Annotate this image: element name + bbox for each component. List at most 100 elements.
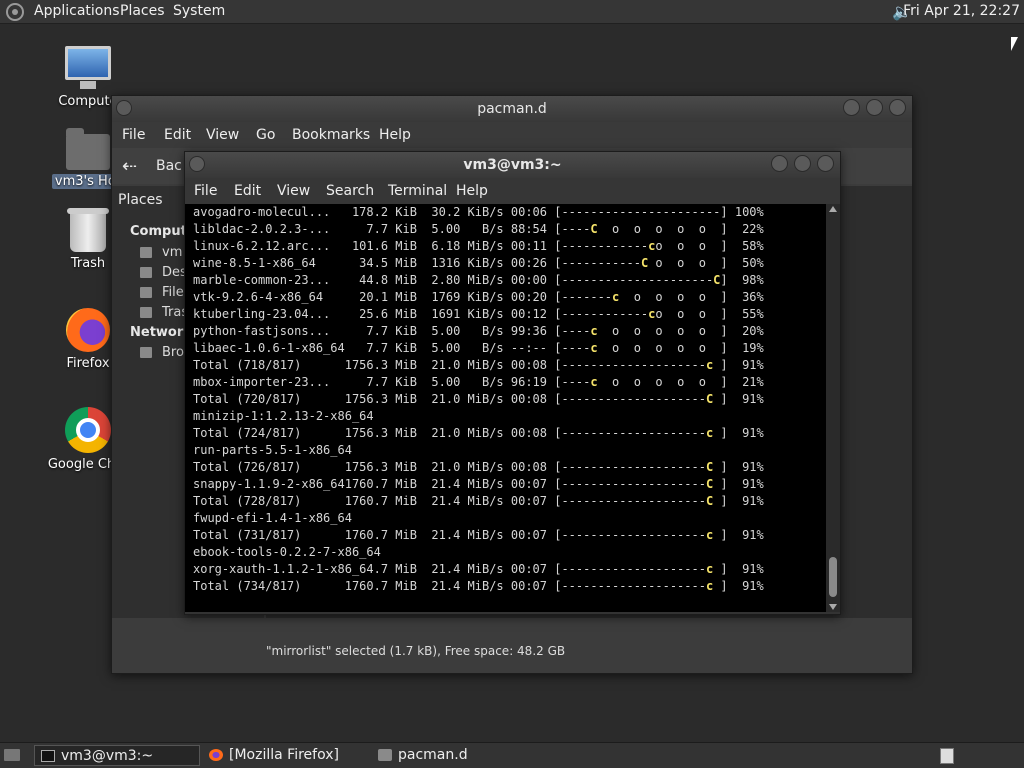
menu-edit[interactable]: Edit: [234, 183, 261, 199]
show-desktop-icon[interactable]: [4, 749, 20, 761]
terminal-line: python-fastjsons... 7.7 KiB 5.00 B/s 99:…: [193, 323, 764, 340]
gnome-foot-icon[interactable]: [6, 3, 24, 21]
terminal-line: Total (731/817) 1760.7 MiB 21.4 MiB/s 00…: [193, 527, 764, 544]
window-menu-icon[interactable]: [116, 100, 132, 116]
terminal-text: mbox-importer-23... 7.7 KiB 5.00 B/s 96:…: [193, 375, 591, 389]
terminal-text: marble-common-23... 44.8 MiB 2.80 MiB/s …: [193, 273, 714, 287]
terminal-text: vtk-9.2.6-4-x86_64 20.1 MiB 1769 KiB/s 0…: [193, 290, 613, 304]
task-terminal[interactable]: vm3@vm3:~: [34, 745, 200, 766]
trash-icon: [67, 208, 109, 252]
terminal-line: Total (734/817) 1760.7 MiB 21.4 MiB/s 00…: [193, 578, 764, 595]
scroll-down-icon[interactable]: [829, 604, 837, 610]
maximize-icon[interactable]: [866, 99, 883, 116]
task-file-manager[interactable]: pacman.d: [372, 745, 538, 766]
terminal-text: ] 91%: [713, 392, 764, 406]
terminal-text: ] 91%: [713, 579, 764, 593]
terminal-text: ] 91%: [713, 528, 764, 542]
back-arrow-icon[interactable]: ⇠: [122, 156, 137, 177]
minimize-icon[interactable]: [771, 155, 788, 172]
terminal-text: Total (718/817) 1756.3 MiB 21.0 MiB/s 00…: [193, 358, 706, 372]
menu-file[interactable]: File: [194, 183, 217, 199]
terminal-line: xorg-xauth-1.1.2-1-x86_64.7 MiB 21.4 MiB…: [193, 561, 764, 578]
terminal-line: marble-common-23... 44.8 MiB 2.80 MiB/s …: [193, 272, 764, 289]
terminal-line: Total (720/817) 1756.3 MiB 21.0 MiB/s 00…: [193, 391, 764, 408]
desktop-icon-label: Compute: [58, 94, 118, 109]
sidebar-header[interactable]: Places: [118, 192, 163, 208]
menu-help[interactable]: Help: [379, 127, 411, 143]
desktop-icon-label: Firefox: [66, 356, 110, 371]
chrome-icon: [65, 407, 111, 453]
clock[interactable]: Fri Apr 21, 22:27: [903, 3, 1020, 19]
file-manager-menubar: File Edit View Go Bookmarks Help: [112, 122, 912, 148]
terminal-text: Total (734/817) 1760.7 MiB 21.4 MiB/s 00…: [193, 579, 706, 593]
system-menu[interactable]: System: [173, 3, 225, 19]
terminal-text: xorg-xauth-1.1.2-1-x86_64.7 MiB 21.4 MiB…: [193, 562, 706, 576]
terminal-line: snappy-1.1.9-2-x86_641760.7 MiB 21.4 MiB…: [193, 476, 764, 493]
terminal-text: python-fastjsons... 7.7 KiB 5.00 B/s 99:…: [193, 324, 591, 338]
menu-edit[interactable]: Edit: [164, 127, 191, 143]
sidebar-item-browse-network[interactable]: Bro: [140, 345, 184, 360]
menu-terminal[interactable]: Terminal: [388, 183, 447, 199]
terminal-text: wine-8.5-1-x86_64 34.5 MiB 1316 KiB/s 00…: [193, 256, 641, 270]
close-icon[interactable]: [817, 155, 834, 172]
progress-pacman: c: [590, 341, 598, 355]
terminal-lines: avogadro-molecul... 178.2 KiB 30.2 KiB/s…: [193, 204, 764, 595]
terminal-text: linux-6.2.12.arc... 101.6 MiB 6.18 MiB/s…: [193, 239, 649, 253]
sidebar-item-filesystem[interactable]: File: [140, 285, 184, 300]
menu-view[interactable]: View: [206, 127, 239, 143]
terminal-line: Total (718/817) 1756.3 MiB 21.0 MiB/s 00…: [193, 357, 764, 374]
terminal-line: ktuberling-23.04... 25.6 MiB 1691 KiB/s …: [193, 306, 764, 323]
close-icon[interactable]: [889, 99, 906, 116]
window-menu-icon[interactable]: [189, 156, 205, 172]
terminal-text: ] 91%: [713, 494, 764, 508]
terminal-text: o o o ] 55%: [655, 307, 764, 321]
applications-menu[interactable]: Applications: [34, 3, 120, 19]
menu-bookmarks[interactable]: Bookmarks: [292, 127, 370, 143]
terminal-text: ] 91%: [713, 460, 764, 474]
terminal-text: Total (731/817) 1760.7 MiB 21.4 MiB/s 00…: [193, 528, 706, 542]
places-menu[interactable]: Places: [120, 3, 165, 19]
sidebar-item-home[interactable]: vm: [139, 245, 182, 260]
terminal-line: ebook-tools-0.2.2-7-x86_64: [193, 544, 764, 561]
task-firefox[interactable]: [Mozilla Firefox]: [203, 745, 369, 766]
terminal-text: ] 91%: [713, 562, 764, 576]
terminal-text: o o o o o ] 20%: [597, 324, 764, 338]
file-manager-titlebar[interactable]: pacman.d: [112, 96, 912, 122]
terminal-line: run-parts-5.5-1-x86_64: [193, 442, 764, 459]
terminal-output[interactable]: avogadro-molecul... 178.2 KiB 30.2 KiB/s…: [185, 204, 826, 612]
terminal-titlebar[interactable]: vm3@vm3:~: [185, 152, 840, 178]
terminal-text: minizip-1:1.2.13-2-x86_64: [193, 409, 374, 423]
terminal-text: libaec-1.0.6-1-x86_64 7.7 KiB 5.00 B/s -…: [193, 341, 591, 355]
menu-view[interactable]: View: [277, 183, 310, 199]
terminal-line: Total (728/817) 1760.7 MiB 21.4 MiB/s 00…: [193, 493, 764, 510]
sidebar-item-trash[interactable]: Tras: [139, 305, 188, 320]
menu-search[interactable]: Search: [326, 183, 374, 199]
computer-icon: [65, 46, 111, 89]
minimize-icon[interactable]: [843, 99, 860, 116]
terminal-line: libaec-1.0.6-1-x86_64 7.7 KiB 5.00 B/s -…: [193, 340, 764, 357]
menu-go[interactable]: Go: [256, 127, 275, 143]
menu-file[interactable]: File: [122, 127, 145, 143]
window-title: pacman.d: [477, 101, 547, 117]
back-button[interactable]: Bac: [156, 158, 182, 174]
terminal-scrollbar[interactable]: [826, 204, 840, 612]
terminal-text: ] 91%: [713, 358, 764, 372]
terminal-text: Total (728/817) 1760.7 MiB 21.4 MiB/s 00…: [193, 494, 706, 508]
terminal-text: o o o o o ] 22%: [597, 222, 764, 236]
maximize-icon[interactable]: [794, 155, 811, 172]
terminal-line: minizip-1:1.2.13-2-x86_64: [193, 408, 764, 425]
terminal-text: o o o o o ] 21%: [597, 375, 764, 389]
menu-help[interactable]: Help: [456, 183, 488, 199]
scroll-up-icon[interactable]: [829, 206, 837, 212]
scrollbar-thumb[interactable]: [829, 557, 837, 597]
terminal-line: linux-6.2.12.arc... 101.6 MiB 6.18 MiB/s…: [193, 238, 764, 255]
terminal-text: ] 98%: [720, 273, 764, 287]
terminal-text: Total (724/817) 1756.3 MiB 21.0 MiB/s 00…: [193, 426, 706, 440]
terminal-line: fwupd-efi-1.4-1-x86_64: [193, 510, 764, 527]
sidebar-item-desktop[interactable]: Des: [140, 265, 187, 280]
workspace-switcher-icon[interactable]: [940, 748, 954, 764]
terminal-icon: [41, 750, 55, 762]
terminal-text: o o o ] 50%: [648, 256, 764, 270]
terminal-text: ] 91%: [713, 477, 764, 491]
terminal-text: o o o ] 58%: [655, 239, 764, 253]
